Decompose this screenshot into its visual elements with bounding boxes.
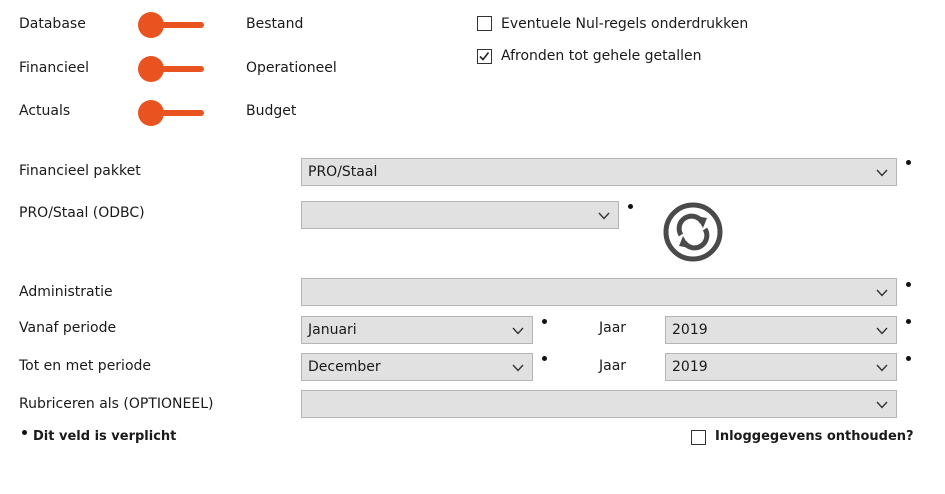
remember-login-label: Inloggegevens onthouden? bbox=[715, 429, 914, 444]
from-period-label: Vanaf periode bbox=[19, 320, 117, 336]
from-period-select[interactable]: Januari bbox=[301, 316, 533, 344]
required-marker bbox=[542, 356, 547, 361]
round-integers-checkbox[interactable] bbox=[477, 49, 492, 64]
chevron-down-icon bbox=[876, 289, 888, 297]
toggle-left-label-data: Actuals bbox=[19, 103, 71, 119]
toggle-right-label-source: Bestand bbox=[246, 16, 304, 32]
chevron-down-icon bbox=[876, 327, 888, 335]
checkmark-icon bbox=[479, 52, 490, 61]
required-marker bbox=[542, 319, 547, 324]
toggle-left-label-source: Database bbox=[19, 16, 86, 32]
classify-label: Rubriceren als (OPTIONEEL) bbox=[19, 396, 214, 412]
to-year-label: Jaar bbox=[599, 358, 627, 374]
required-marker bbox=[906, 160, 911, 165]
odbc-select[interactable] bbox=[301, 201, 619, 229]
from-year-label: Jaar bbox=[599, 320, 627, 336]
required-marker bbox=[906, 282, 911, 287]
chevron-down-icon bbox=[512, 364, 524, 372]
toggle-data[interactable] bbox=[138, 100, 206, 126]
administration-select[interactable] bbox=[301, 278, 897, 306]
required-marker bbox=[22, 430, 27, 435]
from-year-select[interactable]: 2019 bbox=[665, 316, 897, 344]
package-select[interactable]: PRO/Staal bbox=[301, 158, 897, 186]
required-marker bbox=[906, 356, 911, 361]
required-marker bbox=[628, 204, 633, 209]
odbc-label: PRO/Staal (ODBC) bbox=[19, 205, 145, 221]
to-period-label: Tot en met periode bbox=[19, 358, 152, 374]
package-label: Financieel pakket bbox=[19, 163, 141, 179]
chevron-down-icon bbox=[876, 401, 888, 409]
to-year-value: 2019 bbox=[672, 359, 708, 375]
toggle-right-label-data: Budget bbox=[246, 103, 297, 119]
refresh-icon[interactable] bbox=[663, 202, 723, 262]
toggle-type[interactable] bbox=[138, 56, 206, 82]
chevron-down-icon bbox=[876, 169, 888, 177]
suppress-zero-checkbox[interactable] bbox=[477, 16, 492, 31]
classify-select[interactable] bbox=[301, 390, 897, 418]
chevron-down-icon bbox=[512, 327, 524, 335]
chevron-down-icon bbox=[598, 212, 610, 220]
from-period-value: Januari bbox=[308, 322, 357, 338]
round-integers-label: Afronden tot gehele getallen bbox=[501, 48, 702, 64]
from-year-value: 2019 bbox=[672, 322, 708, 338]
administration-label: Administratie bbox=[19, 284, 113, 300]
toggle-left-label-type: Financieel bbox=[19, 60, 89, 76]
chevron-down-icon bbox=[876, 364, 888, 372]
toggle-source[interactable] bbox=[138, 12, 206, 38]
package-value: PRO/Staal bbox=[308, 164, 378, 180]
toggle-right-label-type: Operationeel bbox=[246, 60, 337, 76]
required-marker bbox=[906, 319, 911, 324]
remember-login-checkbox[interactable] bbox=[691, 430, 706, 445]
suppress-zero-label: Eventuele Nul-regels onderdrukken bbox=[501, 16, 749, 32]
required-note: Dit veld is verplicht bbox=[33, 429, 177, 444]
to-year-select[interactable]: 2019 bbox=[665, 353, 897, 381]
to-period-value: December bbox=[308, 359, 381, 375]
to-period-select[interactable]: December bbox=[301, 353, 533, 381]
